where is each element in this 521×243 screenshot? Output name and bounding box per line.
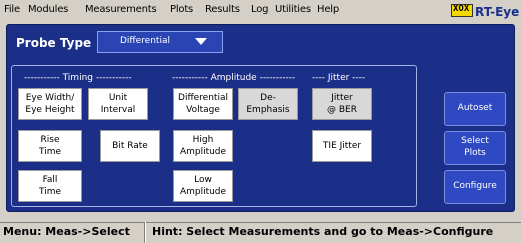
differential-voltage-button[interactable]: Differential Voltage <box>173 88 233 120</box>
select-plots-button[interactable]: Select Plots <box>444 131 506 165</box>
configure-button[interactable]: Configure <box>444 170 506 204</box>
rise-time-button[interactable]: Rise Time <box>18 130 82 162</box>
low-amplitude-button[interactable]: Low Amplitude <box>173 170 233 202</box>
status-hint: Hint: Select Measurements and go to Meas… <box>152 225 494 238</box>
autoset-button[interactable]: Autoset <box>444 92 506 126</box>
jitter-header: ---- Jitter ---- <box>312 73 366 83</box>
de-emphasis-button[interactable]: De- Emphasis <box>238 88 298 120</box>
eye-width-height-button[interactable]: Eye Width/ Eye Height <box>18 88 82 120</box>
menu-bar: File Modules Measurements Plots Results … <box>0 0 521 22</box>
logo-mark: XOX <box>451 4 473 17</box>
fall-time-button[interactable]: Fall Time <box>18 170 82 202</box>
status-divider <box>144 222 146 243</box>
timing-header: ----------- Timing ----------- <box>24 73 132 83</box>
status-menu-path: Menu: Meas->Select <box>3 225 130 238</box>
probe-type-select[interactable]: Differential <box>97 31 223 53</box>
menu-results[interactable]: Results <box>205 4 240 15</box>
jitter-at-ber-button[interactable]: Jitter @ BER <box>312 88 372 120</box>
probe-type-value: Differential <box>120 36 170 46</box>
menu-utilities[interactable]: Utilities <box>275 4 311 15</box>
menu-modules[interactable]: Modules <box>28 4 68 15</box>
bit-rate-button[interactable]: Bit Rate <box>100 130 160 162</box>
menu-help[interactable]: Help <box>317 4 339 15</box>
chevron-down-icon <box>195 38 207 45</box>
tie-jitter-button[interactable]: TIE Jitter <box>312 130 372 162</box>
amplitude-header: ----------- Amplitude ----------- <box>172 73 296 83</box>
menu-file[interactable]: File <box>4 4 20 15</box>
menu-measurements[interactable]: Measurements <box>85 4 157 15</box>
menu-log[interactable]: Log <box>251 4 268 15</box>
menu-plots[interactable]: Plots <box>170 4 193 15</box>
unit-interval-button[interactable]: Unit Interval <box>88 88 148 120</box>
app-logo-text: RT-Eye <box>475 5 520 19</box>
probe-type-label: Probe Type <box>16 36 92 50</box>
high-amplitude-button[interactable]: High Amplitude <box>173 130 233 162</box>
